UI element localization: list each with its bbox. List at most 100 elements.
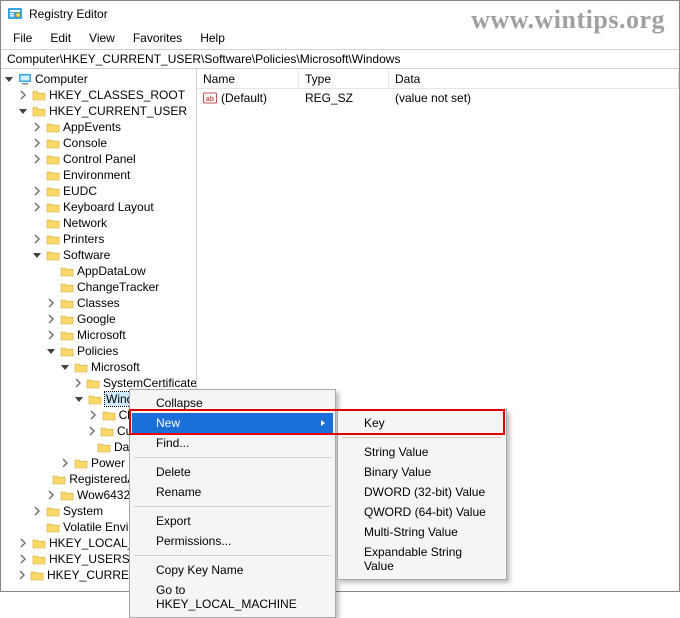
tree-hkcu[interactable]: HKEY_CURRENT_USER (17, 103, 196, 119)
ctx-label: Rename (156, 485, 201, 499)
expand-icon[interactable] (31, 201, 43, 213)
folder-icon (102, 409, 116, 421)
collapse-icon[interactable] (59, 361, 71, 373)
value-name: (Default) (221, 91, 267, 105)
string-value-icon: ab (203, 91, 217, 105)
tree-hkcr[interactable]: HKEY_CLASSES_ROOT (17, 87, 196, 103)
tree-label: Keyboard Layout (63, 200, 154, 214)
menu-file[interactable]: File (5, 29, 40, 47)
ctx-item-find[interactable]: Find... (132, 433, 333, 453)
ctx-label: DWORD (32-bit) Value (364, 485, 485, 499)
window-title: Registry Editor (29, 7, 108, 21)
address-bar[interactable]: Computer\HKEY_CURRENT_USER\Software\Poli… (1, 49, 679, 69)
context-submenu-new[interactable]: Key String Value Binary Value DWORD (32-… (337, 409, 507, 580)
tree-label: Microsoft (91, 360, 140, 374)
folder-icon (74, 361, 88, 373)
list-header: Name Type Data (197, 69, 679, 89)
expand-icon[interactable] (31, 121, 43, 133)
expand-icon[interactable] (17, 569, 27, 581)
ctx-label: Find... (156, 436, 189, 450)
ctx-label: Copy Key Name (156, 563, 243, 577)
value-data: (value not set) (389, 90, 679, 106)
menu-view[interactable]: View (81, 29, 123, 47)
expand-icon[interactable] (31, 505, 43, 517)
tree-item[interactable]: Environment (31, 167, 196, 183)
tree-item-software[interactable]: Software (31, 247, 196, 263)
ctx-item-goto-hklm[interactable]: Go to HKEY_LOCAL_MACHINE (132, 580, 333, 614)
ctx-sub-item-key[interactable]: Key (340, 413, 510, 433)
tree-item[interactable]: Keyboard Layout (31, 199, 196, 215)
ctx-label: Multi-String Value (364, 525, 458, 539)
ctx-label: QWORD (64-bit) Value (364, 505, 486, 519)
expand-icon[interactable] (73, 377, 83, 389)
tree-root-computer[interactable]: Computer (3, 71, 196, 87)
expand-icon[interactable] (45, 489, 57, 501)
collapse-icon[interactable] (17, 105, 29, 117)
expand-icon[interactable] (31, 153, 43, 165)
collapse-icon[interactable] (73, 393, 85, 405)
col-header-data[interactable]: Data (389, 70, 679, 88)
expand-icon[interactable] (87, 425, 97, 437)
menu-edit[interactable]: Edit (42, 29, 79, 47)
folder-icon (60, 345, 74, 357)
tree-item[interactable]: Microsoft (45, 327, 196, 343)
collapse-icon[interactable] (31, 249, 43, 261)
menu-bar: File Edit View Favorites Help (1, 27, 679, 49)
expand-icon[interactable] (45, 329, 57, 341)
expand-icon[interactable] (17, 553, 29, 565)
menu-help[interactable]: Help (192, 29, 233, 47)
expand-icon[interactable] (59, 457, 71, 469)
collapse-icon[interactable] (45, 345, 57, 357)
ctx-sub-item-multistring[interactable]: Multi-String Value (340, 522, 510, 542)
tree-item[interactable]: AppDataLow (45, 263, 196, 279)
expand-icon[interactable] (31, 233, 43, 245)
ctx-sub-item-qword[interactable]: QWORD (64-bit) Value (340, 502, 510, 522)
context-menu[interactable]: Collapse New Find... Delete Rename Expor… (129, 389, 336, 618)
tree-label: Console (63, 136, 107, 150)
tree-label: Power (91, 456, 125, 470)
expand-icon[interactable] (31, 185, 43, 197)
expand-icon[interactable] (87, 409, 99, 421)
ctx-item-rename[interactable]: Rename (132, 482, 333, 502)
expand-icon[interactable] (17, 89, 29, 101)
tree-item[interactable]: Control Panel (31, 151, 196, 167)
ctx-item-new[interactable]: New (132, 413, 333, 433)
folder-icon (32, 537, 46, 549)
ctx-item-permissions[interactable]: Permissions... (132, 531, 333, 551)
ctx-sub-item-string[interactable]: String Value (340, 442, 510, 462)
menu-favorites[interactable]: Favorites (125, 29, 190, 47)
col-header-name[interactable]: Name (197, 70, 299, 88)
expand-icon[interactable] (17, 537, 29, 549)
tree-item[interactable]: Console (31, 135, 196, 151)
tree-item[interactable]: Printers (31, 231, 196, 247)
ctx-item-copy-key-name[interactable]: Copy Key Name (132, 560, 333, 580)
ctx-item-delete[interactable]: Delete (132, 462, 333, 482)
tree-label: AppDataLow (77, 264, 146, 278)
ctx-sub-item-binary[interactable]: Binary Value (340, 462, 510, 482)
tree-item[interactable]: Google (45, 311, 196, 327)
value-row-default[interactable]: ab (Default) REG_SZ (value not set) (197, 89, 679, 107)
tree-item-policies-microsoft[interactable]: Microsoft (59, 359, 196, 375)
tree-label: HKEY_CLASSES_ROOT (49, 88, 185, 102)
tree-item[interactable]: AppEvents (31, 119, 196, 135)
tree-item[interactable]: Network (31, 215, 196, 231)
tree-item[interactable]: EUDC (31, 183, 196, 199)
tree-label: AppEvents (63, 120, 121, 134)
expand-icon[interactable] (31, 137, 43, 149)
collapse-icon[interactable] (3, 73, 15, 85)
ctx-sub-item-dword[interactable]: DWORD (32-bit) Value (340, 482, 510, 502)
col-header-type[interactable]: Type (299, 70, 389, 88)
expand-icon[interactable] (45, 297, 57, 309)
folder-icon (60, 329, 74, 341)
tree-item[interactable]: ChangeTracker (45, 279, 196, 295)
tree-item-policies[interactable]: Policies (45, 343, 196, 359)
expand-icon[interactable] (45, 313, 57, 325)
tree-item[interactable]: Classes (45, 295, 196, 311)
folder-icon (46, 217, 60, 229)
ctx-item-collapse[interactable]: Collapse (132, 393, 333, 413)
ctx-label: Collapse (156, 396, 203, 410)
tree-label: Environment (63, 168, 130, 182)
value-type: REG_SZ (299, 90, 389, 106)
ctx-sub-item-expstring[interactable]: Expandable String Value (340, 542, 510, 576)
ctx-item-export[interactable]: Export (132, 511, 333, 531)
